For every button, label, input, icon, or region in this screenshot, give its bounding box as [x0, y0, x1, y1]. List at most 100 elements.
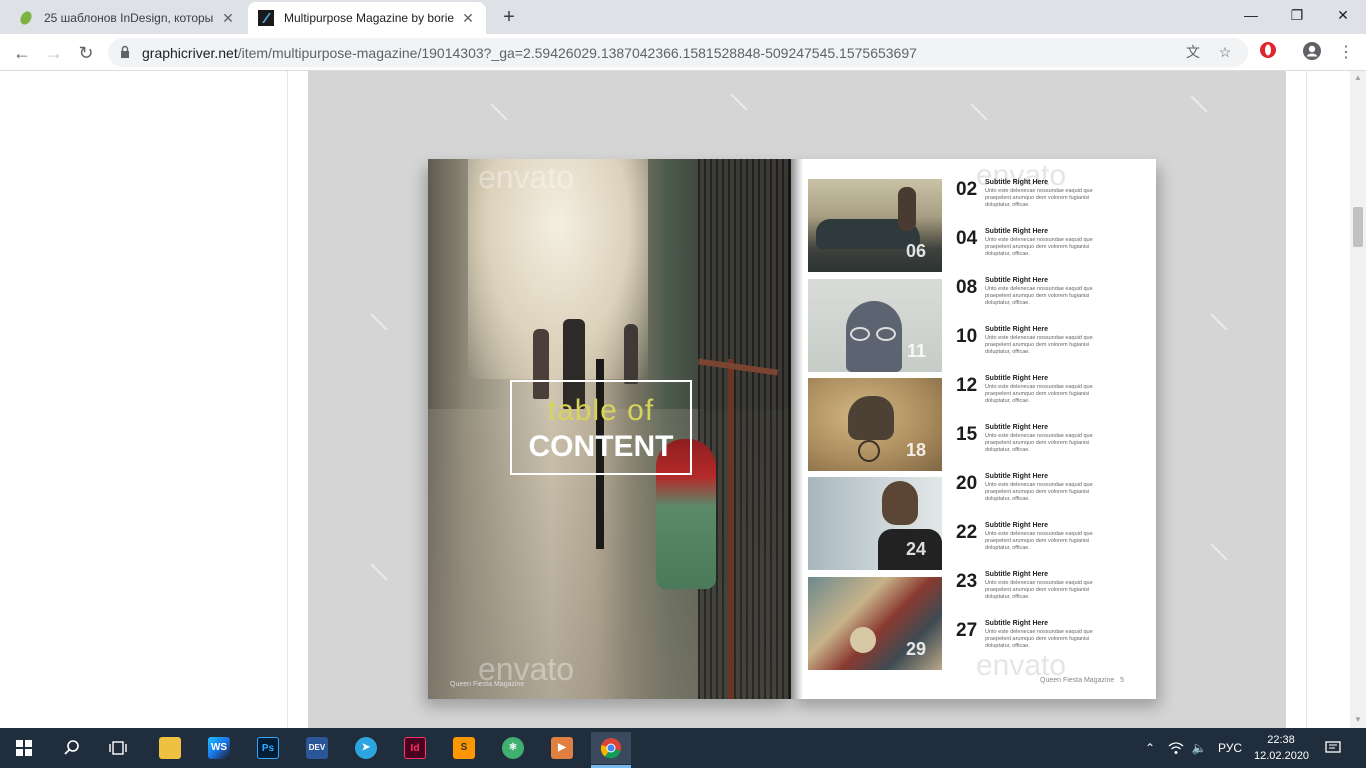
footer-magazine-name: Queen Fiesta Magazine: [1040, 677, 1115, 684]
entry-number: 12: [956, 375, 978, 396]
bookmark-star-icon[interactable]: ☆: [1216, 43, 1234, 61]
windows-logo-icon: [16, 740, 32, 756]
wifi-icon[interactable]: [1166, 728, 1186, 768]
taskbar-app-sublime-text[interactable]: S: [444, 732, 484, 764]
address-bar[interactable]: graphicriver.net/item/multipurpose-magaz…: [108, 38, 1248, 67]
clock[interactable]: 22:38 12.02.2020: [1254, 732, 1309, 764]
watermark-mark: [730, 93, 748, 111]
opera-extension-icon[interactable]: [1256, 41, 1280, 65]
entry-number: 27: [956, 620, 978, 641]
taskbar-app-media-player[interactable]: ▶: [542, 732, 582, 764]
search-button[interactable]: [52, 732, 92, 764]
page-content: envato envato table of CONTENT Queen Fie…: [0, 71, 1366, 728]
entry-text: Unto este delenecae nossundae eaquid que…: [985, 384, 1093, 404]
notifications-icon[interactable]: [1318, 728, 1348, 768]
entry-text: Unto este delenecae nossundae eaquid que…: [985, 433, 1093, 453]
url-text: graphicriver.net/item/multipurpose-magaz…: [142, 45, 917, 61]
layout-divider: [1306, 71, 1307, 728]
forward-button[interactable]: →: [42, 41, 66, 65]
url-host: graphicriver.net: [142, 45, 238, 61]
photoshop-icon: Ps: [257, 737, 279, 759]
taskbar-app-file-explorer[interactable]: [150, 732, 190, 764]
footer-page-number: 5: [1120, 677, 1125, 684]
photo-page-number: 11: [906, 341, 926, 361]
tab-title: Multipurpose Magazine by borie: [284, 11, 455, 25]
item-preview-image[interactable]: envato envato table of CONTENT Queen Fie…: [308, 71, 1286, 728]
entry-text: Unto este delenecae nossundae eaquid que…: [985, 335, 1093, 355]
scrollbar-thumb[interactable]: [1353, 207, 1363, 247]
back-button[interactable]: ←: [10, 41, 34, 65]
sublime-text-icon: S: [453, 737, 475, 759]
close-window-button[interactable]: ✕: [1320, 0, 1366, 30]
entry-subtitle: Subtitle Right Here: [985, 277, 1049, 284]
close-tab-icon[interactable]: ✕: [460, 10, 476, 27]
scroll-down-arrow[interactable]: ▼: [1354, 715, 1362, 724]
webstorm-icon: WS: [208, 737, 230, 759]
menu-icon[interactable]: ⋮: [1334, 41, 1358, 65]
table-of-content-title-box: table of CONTENT: [510, 380, 692, 475]
tab-indesign-templates[interactable]: 25 шаблонов InDesign, которы ✕: [8, 2, 246, 34]
collage-shape: [850, 627, 876, 653]
media-player-icon: ▶: [551, 737, 573, 759]
profile-icon[interactable]: [1300, 41, 1324, 65]
photo-elephant-on-bicycle: 18: [808, 378, 942, 471]
minimize-button[interactable]: —: [1228, 0, 1274, 30]
scroll-up-arrow[interactable]: ▲: [1354, 73, 1362, 82]
taskbar-app-indesign[interactable]: Id: [395, 732, 435, 764]
left-page: envato envato table of CONTENT Queen Fie…: [428, 159, 791, 699]
graphicriver-icon: [258, 10, 274, 26]
photo-page-number: 24: [905, 539, 926, 559]
taskbar-app-webstorm[interactable]: WS: [199, 732, 239, 764]
entry-text: Unto este delenecae nossundae eaquid que…: [985, 629, 1093, 649]
taskbar-app-atom[interactable]: ⚛: [493, 732, 533, 764]
taskbar-app-devexpress[interactable]: DEV: [297, 732, 337, 764]
right-page: envato envato 06 11 18 24 29 02 Subtitle…: [791, 159, 1156, 699]
photo-page-number: 06: [905, 241, 926, 261]
toc-entry: 20 Subtitle Right Here Unto este delenec…: [956, 473, 1136, 518]
atom-icon: ⚛: [502, 737, 524, 759]
maximize-button[interactable]: ❐: [1274, 0, 1320, 30]
volume-icon[interactable]: 🔈: [1188, 728, 1210, 768]
photo-page-number: 18: [905, 440, 926, 460]
page-scrollbar[interactable]: ▲ ▼: [1350, 71, 1366, 728]
close-tab-icon[interactable]: ✕: [220, 10, 236, 27]
telegram-icon: ➤: [355, 737, 377, 759]
entry-text: Unto este delenecae nossundae eaquid que…: [985, 482, 1093, 502]
show-hidden-icons-button[interactable]: ⌃: [1140, 728, 1160, 768]
bicycle-frame: [728, 359, 734, 699]
language-indicator[interactable]: РУС: [1214, 728, 1246, 768]
start-button[interactable]: [4, 732, 44, 764]
entry-subtitle: Subtitle Right Here: [985, 179, 1049, 186]
toc-entry: 08 Subtitle Right Here Unto este delenec…: [956, 277, 1136, 322]
reload-button[interactable]: ↻: [74, 41, 98, 65]
entry-number: 15: [956, 424, 978, 445]
toc-entry: 02 Subtitle Right Here Unto este delenec…: [956, 179, 1136, 224]
entry-number: 04: [956, 228, 978, 249]
glasses-lens: [850, 327, 870, 341]
toc-entry: 22 Subtitle Right Here Unto este delenec…: [956, 522, 1136, 567]
toc-entry: 23 Subtitle Right Here Unto este delenec…: [956, 571, 1136, 616]
taskbar-app-telegram[interactable]: ➤: [346, 732, 386, 764]
entry-text: Unto este delenecae nossundae eaquid que…: [985, 580, 1093, 600]
photo-woman-on-car: 06: [808, 179, 942, 272]
layout-divider: [287, 71, 288, 728]
task-view-button[interactable]: [98, 732, 138, 764]
entry-number: 02: [956, 179, 978, 200]
left-page-footer: Queen Fiesta Magazine: [450, 681, 525, 688]
glasses-lens: [876, 327, 896, 341]
folder-icon: [159, 737, 181, 759]
taskbar-app-photoshop[interactable]: Ps: [248, 732, 288, 764]
entry-number: 23: [956, 571, 978, 592]
new-tab-button[interactable]: +: [498, 6, 520, 28]
indesign-icon: Id: [404, 737, 426, 759]
toc-entry: 15 Subtitle Right Here Unto este delenec…: [956, 424, 1136, 469]
watermark-mark: [1210, 543, 1228, 561]
url-path: /item/multipurpose-magazine/19014303?_ga…: [237, 45, 917, 61]
tab-multipurpose-magazine[interactable]: Multipurpose Magazine by borie ✕: [248, 2, 486, 34]
translate-icon[interactable]: 文: [1184, 43, 1202, 61]
bicycle-wheel: [858, 440, 880, 462]
right-page-footer: Queen Fiesta Magazine 5: [1040, 677, 1124, 684]
tab-strip: 25 шаблонов InDesign, которы ✕ Multipurp…: [0, 0, 1366, 34]
photo-page-number: 29: [905, 639, 926, 659]
taskbar-app-chrome[interactable]: [591, 732, 631, 768]
